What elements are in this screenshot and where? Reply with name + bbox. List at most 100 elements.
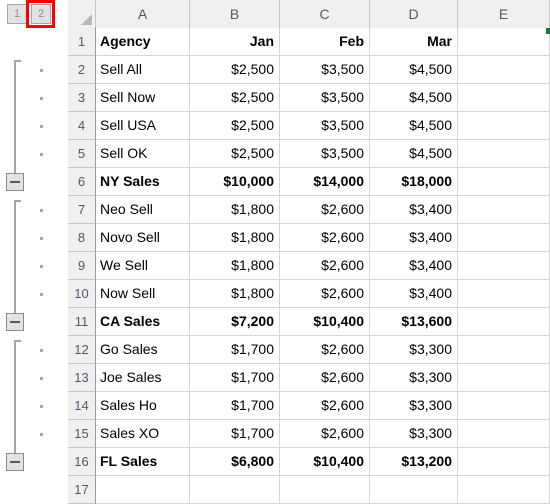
cell-E7[interactable] bbox=[458, 196, 550, 224]
cell-C14[interactable]: $2,600 bbox=[280, 392, 370, 420]
cell-B2[interactable]: $2,500 bbox=[190, 56, 280, 84]
cell-D7[interactable]: $3,400 bbox=[370, 196, 458, 224]
cell-B4[interactable]: $2,500 bbox=[190, 112, 280, 140]
cell-B5[interactable]: $2,500 bbox=[190, 140, 280, 168]
cell-B8[interactable]: $1,800 bbox=[190, 224, 280, 252]
cell-A10[interactable]: Now Sell bbox=[96, 280, 190, 308]
cell-D12[interactable]: $3,300 bbox=[370, 336, 458, 364]
cell-B11[interactable]: $7,200 bbox=[190, 308, 280, 336]
collapse-group-3-button[interactable] bbox=[6, 453, 24, 471]
cell-D13[interactable]: $3,300 bbox=[370, 364, 458, 392]
cell-E16[interactable] bbox=[458, 448, 550, 476]
cell-B3[interactable]: $2,500 bbox=[190, 84, 280, 112]
cell-D4[interactable]: $4,500 bbox=[370, 112, 458, 140]
cell-E12[interactable] bbox=[458, 336, 550, 364]
cell-E14[interactable] bbox=[458, 392, 550, 420]
cell-D8[interactable]: $3,400 bbox=[370, 224, 458, 252]
cell-C17[interactable] bbox=[280, 476, 370, 504]
cell-A14[interactable]: Sales Ho bbox=[96, 392, 190, 420]
select-all-button[interactable] bbox=[68, 0, 96, 28]
cell-B12[interactable]: $1,700 bbox=[190, 336, 280, 364]
row-header-9[interactable]: 9 bbox=[68, 252, 96, 280]
column-header-a[interactable]: A bbox=[96, 0, 190, 28]
row-header-6[interactable]: 6 bbox=[68, 168, 96, 196]
cell-C8[interactable]: $2,600 bbox=[280, 224, 370, 252]
cell-A16[interactable]: FL Sales bbox=[96, 448, 190, 476]
cell-A2[interactable]: Sell All bbox=[96, 56, 190, 84]
cell-E8[interactable] bbox=[458, 224, 550, 252]
cell-B15[interactable]: $1,700 bbox=[190, 420, 280, 448]
cell-D9[interactable]: $3,400 bbox=[370, 252, 458, 280]
cell-A6[interactable]: NY Sales bbox=[96, 168, 190, 196]
cell-A13[interactable]: Joe Sales bbox=[96, 364, 190, 392]
cell-E2[interactable] bbox=[458, 56, 550, 84]
cell-C9[interactable]: $2,600 bbox=[280, 252, 370, 280]
cell-E13[interactable] bbox=[458, 364, 550, 392]
cell-C7[interactable]: $2,600 bbox=[280, 196, 370, 224]
row-header-2[interactable]: 2 bbox=[68, 56, 96, 84]
cell-D15[interactable]: $3,300 bbox=[370, 420, 458, 448]
cell-C5[interactable]: $3,500 bbox=[280, 140, 370, 168]
row-header-5[interactable]: 5 bbox=[68, 140, 96, 168]
cell-D14[interactable]: $3,300 bbox=[370, 392, 458, 420]
row-header-7[interactable]: 7 bbox=[68, 196, 96, 224]
cell-B14[interactable]: $1,700 bbox=[190, 392, 280, 420]
cell-E15[interactable] bbox=[458, 420, 550, 448]
cell-C15[interactable]: $2,600 bbox=[280, 420, 370, 448]
row-header-13[interactable]: 13 bbox=[68, 364, 96, 392]
cell-E17[interactable] bbox=[458, 476, 550, 504]
row-header-17[interactable]: 17 bbox=[68, 476, 96, 504]
column-header-d[interactable]: D bbox=[370, 0, 458, 28]
row-header-12[interactable]: 12 bbox=[68, 336, 96, 364]
cell-C11[interactable]: $10,400 bbox=[280, 308, 370, 336]
cell-B6[interactable]: $10,000 bbox=[190, 168, 280, 196]
cell-B16[interactable]: $6,800 bbox=[190, 448, 280, 476]
row-header-8[interactable]: 8 bbox=[68, 224, 96, 252]
cell-C3[interactable]: $3,500 bbox=[280, 84, 370, 112]
row-header-1[interactable]: 1 bbox=[68, 28, 96, 56]
cell-D10[interactable]: $3,400 bbox=[370, 280, 458, 308]
cell-A15[interactable]: Sales XO bbox=[96, 420, 190, 448]
cell-C10[interactable]: $2,600 bbox=[280, 280, 370, 308]
cell-A4[interactable]: Sell USA bbox=[96, 112, 190, 140]
cell-C1[interactable]: Feb bbox=[280, 28, 370, 56]
outline-level-1-button[interactable]: 1 bbox=[7, 4, 27, 24]
cell-D3[interactable]: $4,500 bbox=[370, 84, 458, 112]
cell-B10[interactable]: $1,800 bbox=[190, 280, 280, 308]
cell-A8[interactable]: Novo Sell bbox=[96, 224, 190, 252]
row-header-4[interactable]: 4 bbox=[68, 112, 96, 140]
cell-A5[interactable]: Sell OK bbox=[96, 140, 190, 168]
column-header-c[interactable]: C bbox=[280, 0, 370, 28]
cell-A1[interactable]: Agency bbox=[96, 28, 190, 56]
cell-D6[interactable]: $18,000 bbox=[370, 168, 458, 196]
cell-B1[interactable]: Jan bbox=[190, 28, 280, 56]
cell-E3[interactable] bbox=[458, 84, 550, 112]
collapse-group-1-button[interactable] bbox=[6, 173, 24, 191]
cell-D11[interactable]: $13,600 bbox=[370, 308, 458, 336]
row-header-16[interactable]: 16 bbox=[68, 448, 96, 476]
cell-B7[interactable]: $1,800 bbox=[190, 196, 280, 224]
cell-C2[interactable]: $3,500 bbox=[280, 56, 370, 84]
cell-A7[interactable]: Neo Sell bbox=[96, 196, 190, 224]
row-header-15[interactable]: 15 bbox=[68, 420, 96, 448]
cell-A12[interactable]: Go Sales bbox=[96, 336, 190, 364]
cell-E4[interactable] bbox=[458, 112, 550, 140]
cell-B13[interactable]: $1,700 bbox=[190, 364, 280, 392]
cell-D1[interactable]: Mar bbox=[370, 28, 458, 56]
cell-C6[interactable]: $14,000 bbox=[280, 168, 370, 196]
cell-C12[interactable]: $2,600 bbox=[280, 336, 370, 364]
column-header-b[interactable]: B bbox=[190, 0, 280, 28]
cell-E5[interactable] bbox=[458, 140, 550, 168]
cell-B9[interactable]: $1,800 bbox=[190, 252, 280, 280]
cell-E11[interactable] bbox=[458, 308, 550, 336]
cell-A9[interactable]: We Sell bbox=[96, 252, 190, 280]
row-header-11[interactable]: 11 bbox=[68, 308, 96, 336]
cell-C4[interactable]: $3,500 bbox=[280, 112, 370, 140]
cell-B17[interactable] bbox=[190, 476, 280, 504]
cell-E9[interactable] bbox=[458, 252, 550, 280]
cell-A3[interactable]: Sell Now bbox=[96, 84, 190, 112]
collapse-group-2-button[interactable] bbox=[6, 313, 24, 331]
row-header-3[interactable]: 3 bbox=[68, 84, 96, 112]
column-header-e[interactable]: E bbox=[458, 0, 550, 28]
cell-D2[interactable]: $4,500 bbox=[370, 56, 458, 84]
